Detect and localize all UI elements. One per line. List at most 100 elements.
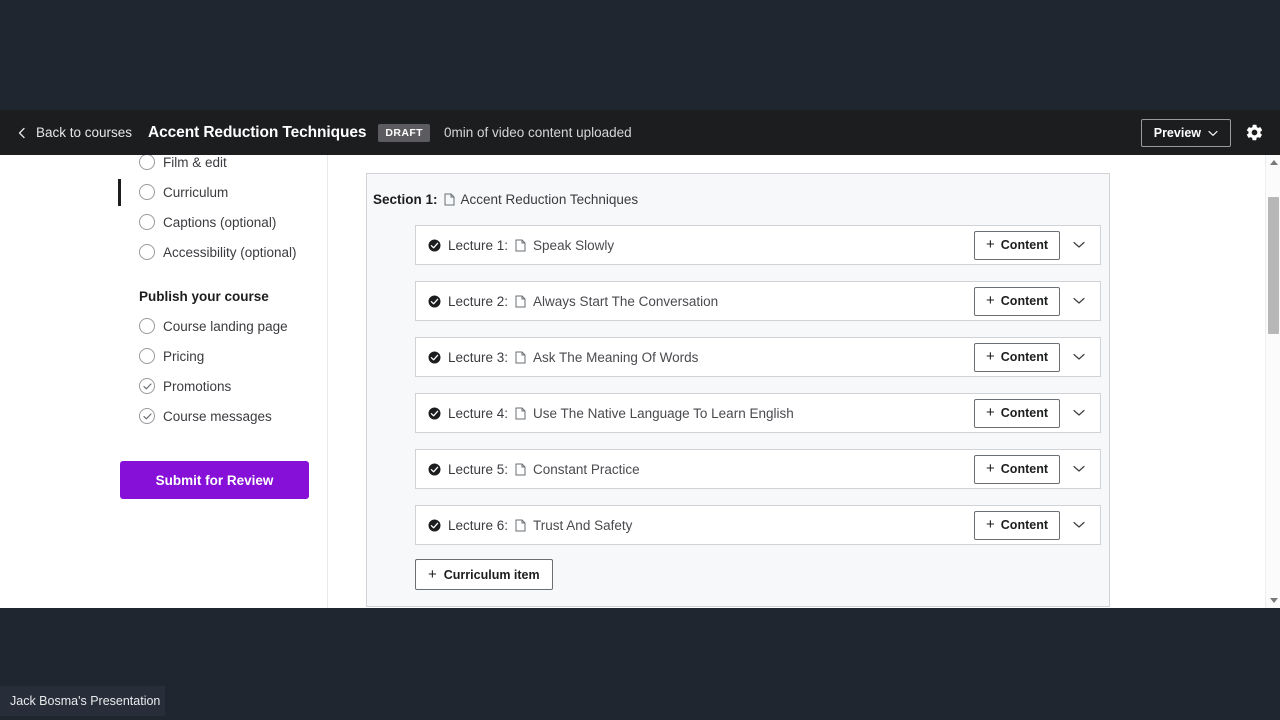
lecture-title: Constant Practice <box>533 462 640 477</box>
taskbar-item-label: Jack Bosma's Presentation <box>10 694 160 708</box>
lecture-actions: + Content <box>974 231 1092 260</box>
gear-icon[interactable] <box>1245 123 1264 142</box>
active-step-indicator <box>118 179 121 206</box>
add-curriculum-item-button[interactable]: + Curriculum item <box>415 559 553 590</box>
radio-incomplete-icon <box>139 184 155 200</box>
lecture-row[interactable]: Lecture 5: Constant Practice + Content <box>415 449 1101 489</box>
course-title: Accent Reduction Techniques <box>148 124 366 142</box>
document-icon <box>515 351 526 364</box>
lecture-title: Always Start The Conversation <box>533 294 718 309</box>
add-content-button[interactable]: + Content <box>974 231 1060 260</box>
add-content-button[interactable]: + Content <box>974 511 1060 540</box>
lecture-actions: + Content <box>974 343 1092 372</box>
plus-icon: + <box>986 349 995 364</box>
add-content-label: Content <box>1001 294 1048 308</box>
lecture-row[interactable]: Lecture 1: Speak Slowly + Content <box>415 225 1101 265</box>
scrollbar-thumb[interactable] <box>1268 197 1279 334</box>
lecture-info: Lecture 1: Speak Slowly <box>428 238 614 253</box>
add-content-button[interactable]: + Content <box>974 287 1060 316</box>
lecture-actions: + Content <box>974 399 1092 428</box>
chevron-down-icon[interactable] <box>1066 456 1092 482</box>
chevron-down-icon[interactable] <box>1066 512 1092 538</box>
taskbar-item-presentation[interactable]: Jack Bosma's Presentation <box>0 686 165 716</box>
add-content-label: Content <box>1001 462 1048 476</box>
app-header-actions: Preview <box>1141 119 1264 147</box>
app-header: Back to courses Accent Reduction Techniq… <box>0 110 1280 155</box>
lecture-info: Lecture 2: Always Start The Conversation <box>428 294 718 309</box>
document-icon <box>515 239 526 252</box>
lecture-number: Lecture 3: <box>448 350 508 365</box>
sidebar-item-label: Captions (optional) <box>139 215 276 230</box>
radio-complete-icon <box>139 378 155 394</box>
submit-for-review-button[interactable]: Submit for Review <box>120 461 309 499</box>
scroll-down-arrow-icon[interactable] <box>1266 593 1280 608</box>
lecture-row[interactable]: Lecture 2: Always Start The Conversation… <box>415 281 1101 321</box>
curriculum-main-panel: Section 1: Accent Reduction Techniques L… <box>328 155 1263 608</box>
section-number-label: Section 1: <box>373 192 438 207</box>
plus-icon: + <box>986 405 995 420</box>
lecture-title: Trust And Safety <box>533 518 632 533</box>
lecture-row[interactable]: Lecture 6: Trust And Safety + Content <box>415 505 1101 545</box>
sidebar-item-pricing[interactable]: Pricing <box>0 341 327 371</box>
plus-icon: + <box>428 567 437 582</box>
sidebar-item-promotions[interactable]: Promotions <box>0 371 327 401</box>
document-icon <box>444 193 455 206</box>
chevron-down-icon[interactable] <box>1066 400 1092 426</box>
lecture-number: Lecture 5: <box>448 462 508 477</box>
desktop: Back to courses Accent Reduction Techniq… <box>0 0 1280 720</box>
back-to-courses-label: Back to courses <box>36 125 132 140</box>
lecture-info: Lecture 6: Trust And Safety <box>428 518 632 533</box>
plus-icon: + <box>986 517 995 532</box>
sidebar-item-accessibility[interactable]: Accessibility (optional) <box>0 237 327 267</box>
lecture-actions: + Content <box>974 287 1092 316</box>
document-icon <box>515 295 526 308</box>
radio-complete-icon <box>139 408 155 424</box>
radio-incomplete-icon <box>139 318 155 334</box>
chevron-down-icon <box>1208 126 1218 140</box>
lecture-title: Speak Slowly <box>533 238 614 253</box>
sidebar-item-captions[interactable]: Captions (optional) <box>0 207 327 237</box>
check-circle-icon <box>428 239 441 252</box>
sidebar-nav-list: Film & edit Curriculum Captions (optiona… <box>0 155 327 499</box>
preview-button[interactable]: Preview <box>1141 119 1231 147</box>
sidebar-item-label: Course messages <box>139 409 272 424</box>
add-content-label: Content <box>1001 350 1048 364</box>
back-to-courses-link[interactable]: Back to courses <box>16 125 132 140</box>
status-badge: DRAFT <box>378 124 430 142</box>
sidebar-item-course-landing-page[interactable]: Course landing page <box>0 311 327 341</box>
check-circle-icon <box>428 295 441 308</box>
radio-incomplete-icon <box>139 214 155 230</box>
lecture-row[interactable]: Lecture 3: Ask The Meaning Of Words + Co… <box>415 337 1101 377</box>
check-circle-icon <box>428 463 441 476</box>
sidebar-item-course-messages[interactable]: Course messages <box>0 401 327 431</box>
radio-incomplete-icon <box>139 348 155 364</box>
chevron-down-icon[interactable] <box>1066 344 1092 370</box>
sidebar-item-curriculum[interactable]: Curriculum <box>0 177 327 207</box>
chevron-down-icon[interactable] <box>1066 232 1092 258</box>
add-content-button[interactable]: + Content <box>974 399 1060 428</box>
chevron-down-icon[interactable] <box>1066 288 1092 314</box>
lecture-title: Use The Native Language To Learn English <box>533 406 794 421</box>
document-icon <box>515 407 526 420</box>
vertical-scrollbar[interactable] <box>1265 155 1280 608</box>
add-content-button[interactable]: + Content <box>974 455 1060 484</box>
section-title: Accent Reduction Techniques <box>461 192 639 207</box>
course-steps-sidebar: Film & edit Curriculum Captions (optiona… <box>0 155 328 608</box>
video-upload-status: 0min of video content uploaded <box>444 125 632 140</box>
browser-viewport: Back to courses Accent Reduction Techniq… <box>0 110 1280 608</box>
document-icon <box>515 519 526 532</box>
add-content-label: Content <box>1001 518 1048 532</box>
sidebar-item-label: Accessibility (optional) <box>139 245 297 260</box>
sidebar-item-film-edit[interactable]: Film & edit <box>0 155 327 177</box>
section-card: Section 1: Accent Reduction Techniques L… <box>366 173 1110 607</box>
lecture-row[interactable]: Lecture 4: Use The Native Language To Le… <box>415 393 1101 433</box>
plus-icon: + <box>986 237 995 252</box>
preview-button-label: Preview <box>1154 126 1201 140</box>
add-content-button[interactable]: + Content <box>974 343 1060 372</box>
lecture-info: Lecture 5: Constant Practice <box>428 462 640 477</box>
check-circle-icon <box>428 519 441 532</box>
scroll-up-arrow-icon[interactable] <box>1266 155 1280 170</box>
radio-incomplete-icon <box>139 244 155 260</box>
lecture-title: Ask The Meaning Of Words <box>533 350 698 365</box>
lecture-number: Lecture 4: <box>448 406 508 421</box>
